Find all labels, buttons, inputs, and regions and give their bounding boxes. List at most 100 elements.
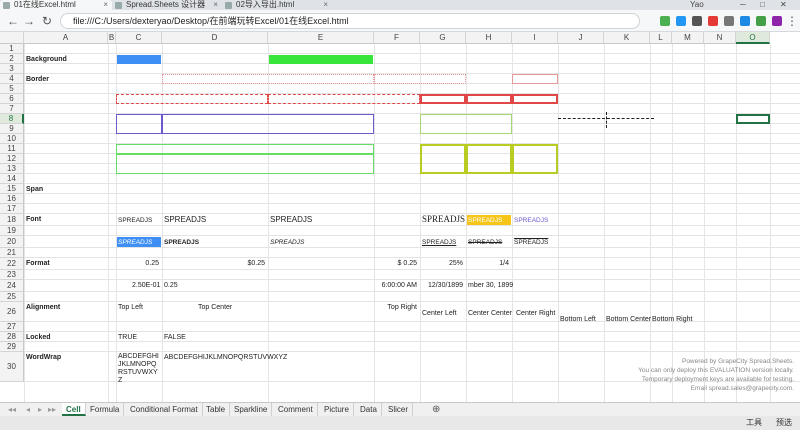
border-olive[interactable] <box>466 144 512 174</box>
label-background[interactable]: Background <box>26 55 67 64</box>
column-header-m[interactable]: M <box>672 32 704 44</box>
format-sample[interactable]: 0.25 <box>164 281 178 290</box>
scroll-last-icon[interactable]: ▸▸ <box>44 403 60 416</box>
row-header-27[interactable]: 27 <box>0 322 24 332</box>
format-sample[interactable]: $0.25 <box>247 259 265 268</box>
align-center-center[interactable]: Center Center <box>468 309 512 318</box>
sheet-tab-table[interactable]: Table <box>202 403 231 416</box>
row-header-10[interactable]: 10 <box>0 134 24 144</box>
font-sample[interactable]: SPREADJS <box>422 238 456 247</box>
border-olive[interactable] <box>512 144 558 174</box>
align-center-right[interactable]: Center Right <box>516 309 555 318</box>
align-top-left[interactable]: Top Left <box>118 303 143 312</box>
font-sample[interactable]: SPREADJS <box>270 215 312 224</box>
preview-button[interactable]: 预选 <box>776 417 792 428</box>
extension-icon[interactable] <box>724 16 734 26</box>
row-header-21[interactable]: 21 <box>0 248 24 258</box>
sheet-tab-slicer[interactable]: Slicer <box>384 403 414 416</box>
locked-value[interactable]: TRUE <box>118 333 137 342</box>
minimize-icon[interactable]: ─ <box>740 0 746 10</box>
menu-icon[interactable]: ⋮ <box>785 14 799 28</box>
format-sample[interactable]: 12/30/1899 <box>428 281 463 290</box>
column-header-a[interactable]: A <box>24 32 108 44</box>
border-dashed-red[interactable] <box>116 94 268 104</box>
spreadsheet[interactable]: A B C D E F G H I J K L M N O 1 2 3 4 5 6 7 8 9 10 11 12 13 14 15 16 17… <box>0 32 800 402</box>
label-font[interactable]: Font <box>26 215 41 224</box>
row-header-17[interactable]: 17 <box>0 204 24 214</box>
row-header-15[interactable]: 15 <box>0 184 24 194</box>
column-header-f[interactable]: F <box>374 32 420 44</box>
row-header-9[interactable]: 9 <box>0 124 24 134</box>
font-sample[interactable]: SPREADJS <box>514 238 548 247</box>
close-icon[interactable]: × <box>103 0 108 10</box>
back-icon[interactable]: ← <box>6 14 20 28</box>
close-icon[interactable]: × <box>323 0 328 10</box>
row-header-22[interactable]: 22 <box>0 258 24 270</box>
format-sample[interactable]: 1/4 <box>499 259 509 268</box>
border-dashed-red[interactable] <box>268 94 420 104</box>
border-purple[interactable] <box>116 114 162 134</box>
border-green[interactable] <box>116 144 374 154</box>
column-header-g[interactable]: G <box>420 32 466 44</box>
format-sample[interactable]: 6:00:00 AM <box>382 281 417 290</box>
row-header-23[interactable]: 23 <box>0 270 24 280</box>
font-sample[interactable]: SPREADJS <box>422 215 465 224</box>
border-thick-red[interactable] <box>466 94 512 104</box>
column-header-h[interactable]: H <box>466 32 512 44</box>
row-header-24[interactable]: 24 <box>0 280 24 292</box>
row-header-25[interactable]: 25 <box>0 292 24 302</box>
label-format[interactable]: Format <box>26 259 50 268</box>
border-purple[interactable] <box>162 114 374 134</box>
align-bottom-right[interactable]: Bottom Right <box>652 315 692 324</box>
url-input[interactable]: file:///C:/Users/dexteryao/Desktop/在前端玩转… <box>60 13 640 29</box>
sheet-tab-comment[interactable]: Comment <box>274 403 318 416</box>
extension-icon[interactable] <box>692 16 702 26</box>
border-thick-red[interactable] <box>512 94 558 104</box>
format-sample[interactable]: 2.50E-01 <box>132 281 160 290</box>
row-header-28[interactable]: 28 <box>0 332 24 342</box>
browser-tab-excel[interactable]: 01在线Excel.html × <box>0 0 112 10</box>
border-thick-red[interactable] <box>420 94 466 104</box>
format-sample[interactable]: 0.25 <box>145 259 159 268</box>
column-header-l[interactable]: L <box>650 32 672 44</box>
column-header-j[interactable]: J <box>558 32 604 44</box>
sheet-tab-data[interactable]: Data <box>356 403 382 416</box>
align-bottom-center[interactable]: Bottom Center <box>606 315 651 324</box>
wordwrap-value[interactable]: ABCDEFGHIJKLMNOPQRSTUVWXYZ <box>118 353 161 385</box>
label-border[interactable]: Border <box>26 75 49 84</box>
browser-tab-designer[interactable]: Spread.Sheets 设计器 × <box>112 0 222 10</box>
window-close-icon[interactable]: ✕ <box>780 0 787 10</box>
close-icon[interactable]: × <box>213 0 218 10</box>
row-header-3[interactable]: 3 <box>0 64 24 74</box>
row-header-26[interactable]: 26 <box>0 302 24 322</box>
column-header-n[interactable]: N <box>704 32 736 44</box>
forward-icon[interactable]: → <box>22 14 36 28</box>
browser-tab-import[interactable]: 02导入导出.html × <box>222 0 332 10</box>
border-dotted-pink[interactable] <box>374 74 466 84</box>
tools-button[interactable]: 工具 <box>746 417 762 428</box>
row-header-30[interactable]: 30 <box>0 352 24 382</box>
extension-icon[interactable] <box>708 16 718 26</box>
column-header-d[interactable]: D <box>162 32 268 44</box>
format-sample[interactable]: 25% <box>449 259 463 268</box>
align-top-center[interactable]: Top Center <box>198 303 232 312</box>
format-sample[interactable]: $ 0.25 <box>398 259 417 268</box>
extension-icon[interactable] <box>676 16 686 26</box>
extension-icon[interactable] <box>772 16 782 26</box>
align-top-right[interactable]: Top Right <box>387 303 417 312</box>
scroll-prev-icon[interactable]: ◂ <box>22 403 34 416</box>
label-alignment[interactable]: Alignment <box>26 303 60 312</box>
row-header-5[interactable]: 5 <box>0 84 24 94</box>
column-header-i[interactable]: I <box>512 32 558 44</box>
sheet-tab-formula[interactable]: Formula <box>86 403 125 416</box>
row-header-4[interactable]: 4 <box>0 74 24 84</box>
label-span[interactable]: Span <box>26 185 43 194</box>
wordwrap-value[interactable]: ABCDEFGHIJKLMNOPQRSTUVWXYZ <box>164 353 287 362</box>
column-header-e[interactable]: E <box>268 32 374 44</box>
border-olive[interactable] <box>420 144 466 174</box>
row-header-1[interactable]: 1 <box>0 44 24 54</box>
corner-header[interactable] <box>0 32 24 44</box>
column-header-c[interactable]: C <box>116 32 162 44</box>
locked-value[interactable]: FALSE <box>164 333 186 342</box>
add-sheet-icon[interactable]: ⊕ <box>428 403 444 416</box>
